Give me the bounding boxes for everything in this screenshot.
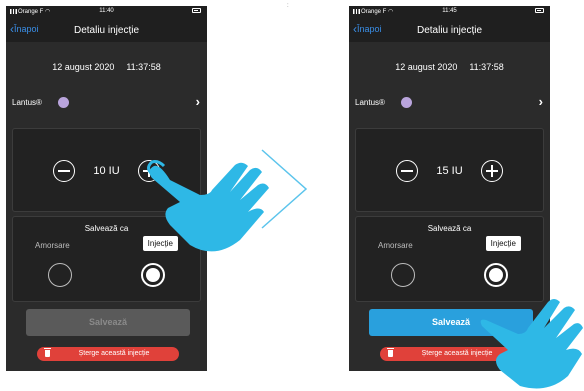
- radio-prime[interactable]: [48, 263, 72, 287]
- chevron-right-icon: ›: [195, 94, 200, 109]
- status-time: 11:40: [99, 8, 114, 14]
- status-time: 11:45: [442, 8, 457, 14]
- minus-icon[interactable]: [53, 160, 76, 182]
- battery-icon: [192, 8, 201, 13]
- radio-prime[interactable]: [391, 263, 415, 287]
- dose-value: 15 IU: [436, 165, 463, 177]
- radio-injection[interactable]: [141, 263, 165, 287]
- nav-bar: ‹Înapoi Detaliu injecție: [349, 20, 550, 42]
- dose-panel: 15 IU: [355, 128, 544, 212]
- dose-stepper: 15 IU: [356, 160, 543, 184]
- plus-icon[interactable]: [480, 160, 503, 182]
- injection-time: 11:37:58: [126, 62, 161, 72]
- page-title: Detaliu injecție: [73, 25, 140, 36]
- chevron-right-icon: ›: [538, 94, 543, 109]
- medication-color-dot: [401, 97, 412, 108]
- save-button[interactable]: Salvează: [26, 309, 190, 336]
- injection-time: 11:37:58: [469, 62, 504, 72]
- delete-label: Șterge această injecție: [78, 350, 150, 357]
- pointing-hand-icon: [480, 299, 583, 389]
- option-prime[interactable]: Amorsare: [378, 241, 413, 250]
- battery-icon: [535, 8, 544, 13]
- option-prime[interactable]: Amorsare: [35, 241, 70, 250]
- status-bar: Orange F ◠ 11:40: [6, 6, 207, 20]
- medication-row[interactable]: Lantus® ›: [349, 94, 550, 112]
- page-title: Detaliu injecție: [416, 25, 483, 36]
- injection-date: 12 august 2020: [395, 62, 458, 72]
- injection-datetime[interactable]: 12 august 2020 11:37:58: [349, 62, 550, 72]
- injection-datetime[interactable]: 12 august 2020 11:37:58: [6, 62, 207, 72]
- minus-icon[interactable]: [396, 160, 419, 182]
- next-arrow-icon: [261, 149, 308, 229]
- medication-name: Lantus®: [12, 98, 42, 107]
- separator-mark: :: [287, 3, 289, 9]
- medication-name: Lantus®: [355, 98, 385, 107]
- injection-date: 12 august 2020: [52, 62, 115, 72]
- option-injection[interactable]: Injecție: [485, 236, 521, 251]
- radio-injection[interactable]: [484, 263, 508, 287]
- medication-row[interactable]: Lantus® ›: [6, 94, 207, 112]
- nav-bar: ‹Înapoi Detaliu injecție: [6, 20, 207, 42]
- save-as-label: Salvează ca: [427, 224, 472, 233]
- dose-value: 10 IU: [93, 165, 120, 177]
- medication-color-dot: [58, 97, 69, 108]
- status-bar: Orange F ◠ 11:45: [349, 6, 550, 20]
- delete-injection-button[interactable]: Șterge această injecție: [37, 347, 179, 361]
